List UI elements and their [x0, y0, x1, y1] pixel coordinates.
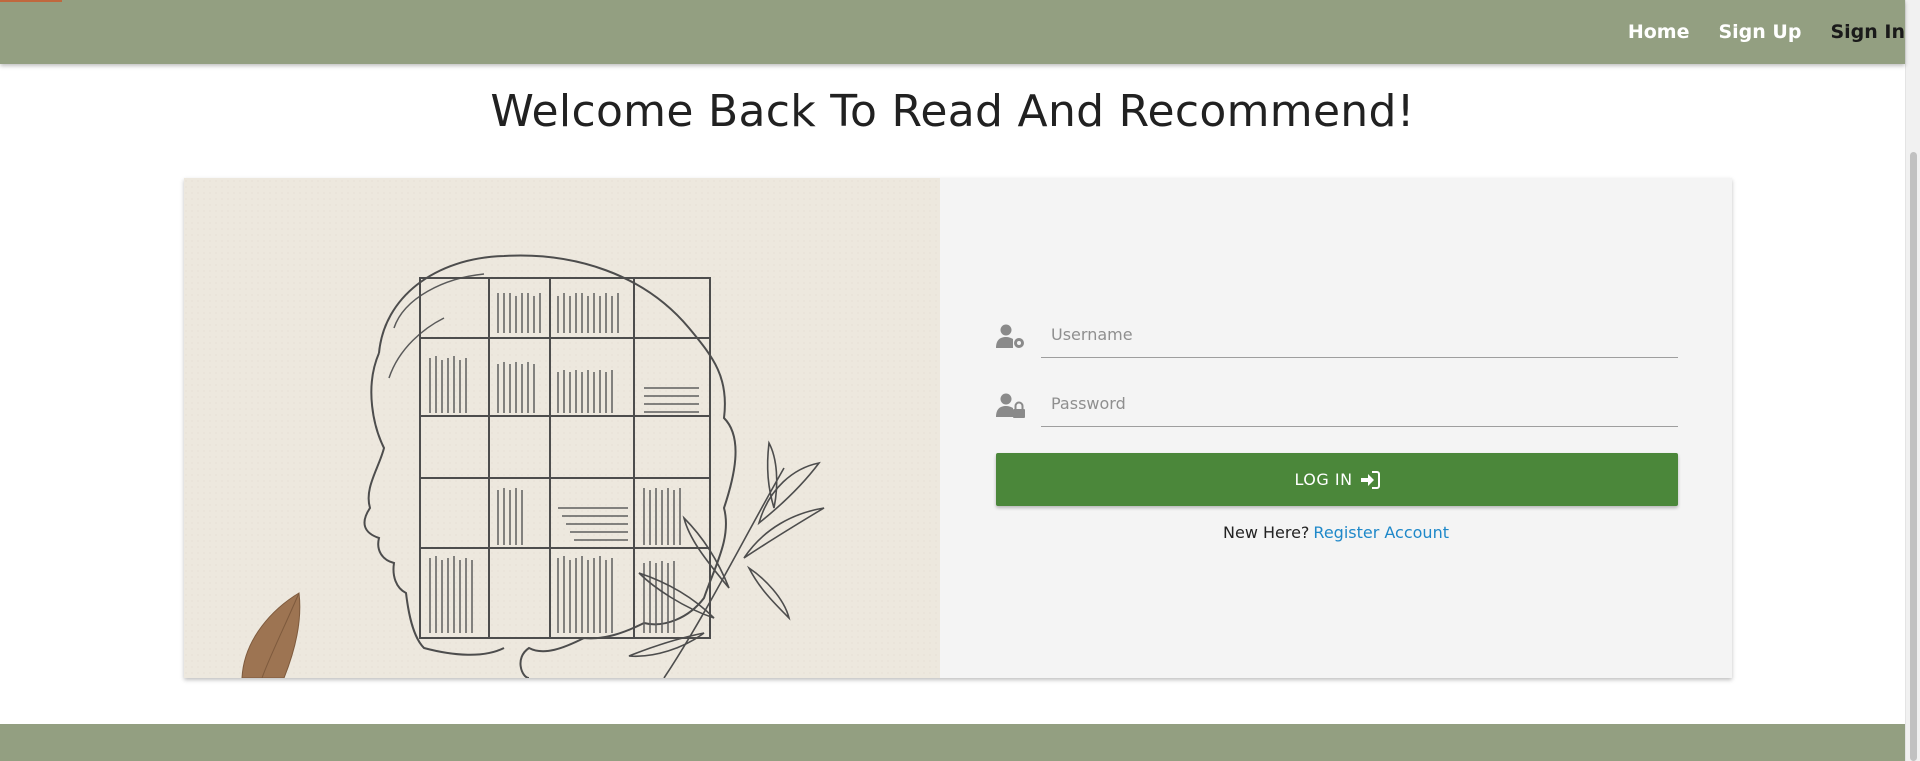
password-input[interactable]: [1041, 381, 1678, 427]
nav-links: Home Sign Up Sign In: [1599, 0, 1905, 64]
footer: [0, 724, 1905, 761]
register-prompt: New Here? Register Account: [940, 523, 1732, 542]
username-input[interactable]: [1041, 312, 1678, 358]
nav-link-sign-up[interactable]: Sign Up: [1718, 21, 1801, 43]
scrollbar-thumb[interactable]: [1910, 152, 1917, 761]
hero-illustration: [184, 178, 940, 678]
log-in-button[interactable]: LOG IN: [996, 453, 1678, 506]
vertical-scrollbar[interactable]: [1905, 0, 1920, 761]
sign-in-icon: [1360, 470, 1380, 489]
navbar: Home Sign Up Sign In: [0, 0, 1905, 64]
nav-link-home[interactable]: Home: [1628, 21, 1690, 43]
register-prompt-text: New Here?: [1223, 523, 1310, 542]
logo-stub[interactable]: [0, 0, 62, 2]
register-account-link[interactable]: Register Account: [1313, 523, 1449, 542]
user-gear-icon: [996, 324, 1024, 348]
head-bookshelf-illustration: [184, 178, 940, 678]
username-row: [996, 312, 1678, 360]
user-lock-icon: [996, 393, 1025, 418]
password-row: [996, 381, 1678, 429]
login-form: LOG IN New Here?Register Account: [940, 178, 1732, 678]
login-card: LOG IN New Here?Register Account: [184, 178, 1732, 678]
log-in-label: LOG IN: [1294, 470, 1353, 489]
nav-link-sign-in[interactable]: Sign In: [1830, 21, 1905, 43]
page-title: Welcome Back To Read And Recommend!: [490, 86, 1415, 137]
